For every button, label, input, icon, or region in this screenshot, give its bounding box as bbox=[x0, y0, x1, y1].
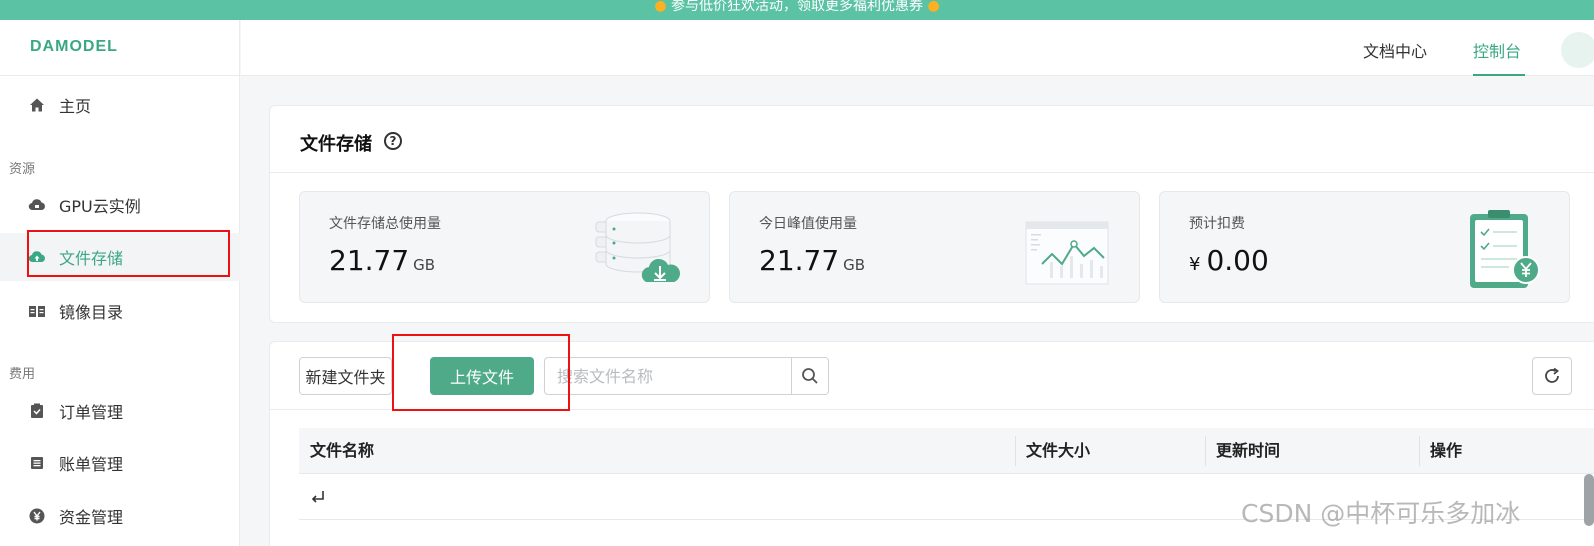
stat-label: 文件存储总使用量 bbox=[329, 216, 441, 232]
nav-docs-center[interactable]: 文档中心 bbox=[1363, 38, 1427, 62]
home-icon bbox=[28, 96, 46, 114]
refresh-icon bbox=[1545, 367, 1559, 383]
column-header-updated-time[interactable]: 更新时间 bbox=[1216, 428, 1280, 474]
nav-active-underline bbox=[1473, 74, 1525, 76]
stat-label: 今日峰值使用量 bbox=[759, 216, 857, 232]
card-divider bbox=[270, 409, 1594, 410]
cloud-upload-icon bbox=[28, 248, 46, 266]
sidebar-item-label: 账单管理 bbox=[59, 455, 124, 474]
sidebar-item-image-catalog[interactable]: 镜像目录 bbox=[28, 296, 123, 326]
table-header: 文件名称 文件大小 更新时间 操作 bbox=[299, 428, 1594, 474]
cloud-server-icon bbox=[28, 196, 46, 214]
sidebar-item-funds[interactable]: 资金管理 bbox=[28, 501, 123, 531]
section-label-resources: 资源 bbox=[9, 162, 36, 177]
sidebar-item-label: 主页 bbox=[59, 97, 92, 116]
sidebar-item-label: 订单管理 bbox=[59, 403, 124, 422]
logo-divider bbox=[0, 75, 240, 76]
sidebar-item-home[interactable]: 主页 bbox=[28, 90, 91, 120]
watermark: CSDN @中杯可乐多加冰 bbox=[1241, 499, 1521, 528]
storage-summary-card: 文件存储 ? 文件存储总使用量 21.77 GB 今日峰值使用量 21.77 GB bbox=[269, 105, 1594, 323]
stat-value: 21.77 GB bbox=[329, 244, 436, 277]
order-icon bbox=[28, 402, 46, 420]
sidebar-item-label: 镜像目录 bbox=[59, 303, 124, 322]
bulb-icon: ● bbox=[927, 0, 940, 14]
stat-label: 预计扣费 bbox=[1189, 216, 1245, 232]
return-parent-icon[interactable] bbox=[310, 488, 326, 504]
sidebar: DAMODEL 主页 资源 GPU云实例 文件存储 镜像目录 费用 订单管理 账… bbox=[0, 20, 240, 546]
database-download-icon bbox=[594, 206, 690, 292]
promo-banner[interactable]: ● 参与低价狂欢活动，领取更多福利优惠券 ● bbox=[0, 0, 1594, 20]
line-chart-icon bbox=[1022, 206, 1118, 292]
sidebar-item-bills[interactable]: 账单管理 bbox=[28, 448, 123, 478]
sidebar-item-label: GPU云实例 bbox=[59, 197, 141, 216]
column-separator bbox=[1015, 436, 1016, 466]
column-header-actions: 操作 bbox=[1430, 441, 1463, 460]
bill-icon bbox=[28, 454, 46, 472]
page-title: 文件存储 bbox=[300, 134, 372, 155]
section-label-fees: 费用 bbox=[9, 367, 36, 382]
column-separator bbox=[1205, 436, 1206, 466]
upload-file-button[interactable]: 上传文件 bbox=[430, 357, 534, 395]
card-divider bbox=[270, 172, 1594, 173]
top-navbar: 文档中心 控制台 bbox=[241, 20, 1594, 76]
column-header-file-size[interactable]: 文件大小 bbox=[1026, 428, 1090, 474]
sidebar-item-gpu-instance[interactable]: GPU云实例 bbox=[28, 190, 141, 220]
clipboard-yen-icon bbox=[1460, 206, 1556, 292]
search-icon bbox=[802, 368, 818, 384]
refresh-button[interactable] bbox=[1532, 357, 1572, 395]
sidebar-item-file-storage[interactable]: 文件存储 bbox=[28, 242, 123, 272]
yen-icon bbox=[28, 507, 46, 525]
sidebar-item-label: 资金管理 bbox=[59, 508, 124, 527]
logo[interactable]: DAMODEL bbox=[30, 38, 118, 56]
avatar[interactable] bbox=[1561, 32, 1594, 68]
book-icon bbox=[28, 302, 46, 320]
sidebar-item-label: 文件存储 bbox=[59, 249, 124, 268]
sidebar-item-orders[interactable]: 订单管理 bbox=[28, 396, 123, 426]
bulb-icon: ● bbox=[654, 0, 667, 14]
search-button[interactable] bbox=[791, 357, 829, 395]
column-header-file-name[interactable]: 文件名称 bbox=[310, 428, 374, 474]
column-separator bbox=[1419, 436, 1420, 466]
stat-total-usage: 文件存储总使用量 21.77 GB bbox=[299, 191, 710, 303]
stat-estimated-charge: 预计扣费 ¥0.00 bbox=[1159, 191, 1570, 303]
promo-banner-text: 参与低价狂欢活动，领取更多福利优惠券 bbox=[671, 0, 923, 14]
nav-console[interactable]: 控制台 bbox=[1473, 38, 1521, 62]
new-folder-button[interactable]: 新建文件夹 bbox=[299, 357, 392, 395]
stat-peak-usage: 今日峰值使用量 21.77 GB bbox=[729, 191, 1140, 303]
page-scrollbar-thumb[interactable] bbox=[1584, 474, 1594, 526]
stat-value: ¥0.00 bbox=[1189, 244, 1269, 277]
help-icon[interactable]: ? bbox=[384, 132, 402, 150]
search-input[interactable] bbox=[544, 357, 792, 395]
stat-value: 21.77 GB bbox=[759, 244, 866, 277]
